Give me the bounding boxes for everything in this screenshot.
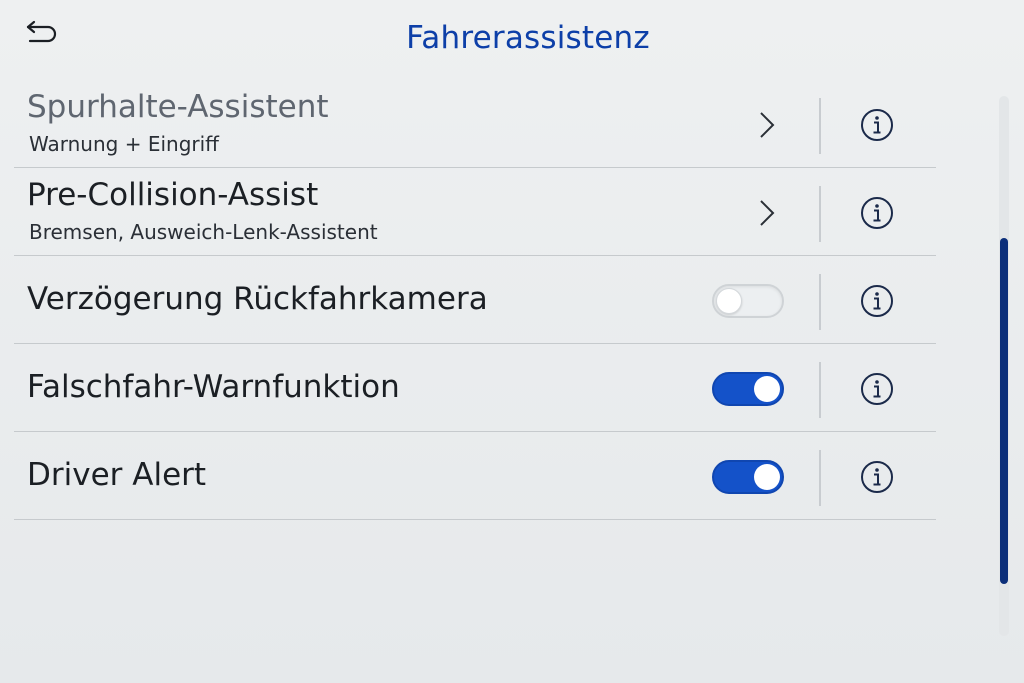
setting-row-pre-collision[interactable]: Pre-Collision-Assist Bremsen, Ausweich-L… (14, 168, 936, 256)
setting-title: Driver Alert (27, 457, 207, 493)
info-icon[interactable] (859, 195, 895, 231)
toggle-knob (754, 464, 780, 490)
setting-row-rear-camera-delay: Verzögerung Rückfahrkamera (14, 256, 936, 344)
setting-title: Verzögerung Rückfahrkamera (27, 281, 488, 317)
setting-title: Pre-Collision-Assist (27, 177, 319, 213)
info-icon[interactable] (859, 459, 895, 495)
driver-assistance-screen: Fahrerassistenz Spurhalte-Assistent Warn… (0, 0, 1024, 683)
setting-row-lane-keeping[interactable]: Spurhalte-Assistent Warnung + Eingriff (14, 80, 936, 168)
wrong-way-warning-toggle[interactable] (712, 372, 784, 406)
driver-alert-toggle[interactable] (712, 460, 784, 494)
toggle-knob (754, 376, 780, 402)
scrollbar-thumb[interactable] (1000, 238, 1008, 584)
chevron-right-icon[interactable] (752, 108, 782, 142)
vertical-divider (819, 186, 821, 242)
setting-row-driver-alert: Driver Alert (14, 432, 936, 520)
vertical-divider (819, 274, 821, 330)
setting-subtitle: Bremsen, Ausweich-Lenk-Assistent (29, 220, 378, 244)
rear-camera-delay-toggle[interactable] (712, 284, 784, 318)
toggle-knob (716, 288, 742, 314)
setting-title: Falschfahr-Warnfunktion (27, 369, 400, 405)
setting-title: Spurhalte-Assistent (27, 89, 329, 125)
page-title: Fahrerassistenz (406, 20, 650, 56)
setting-row-wrong-way-warning: Falschfahr-Warnfunktion (14, 344, 936, 432)
vertical-divider (819, 450, 821, 506)
settings-list: Spurhalte-Assistent Warnung + Eingriff P… (14, 80, 936, 520)
info-icon[interactable] (859, 283, 895, 319)
vertical-divider (819, 98, 821, 154)
info-icon[interactable] (859, 371, 895, 407)
chevron-right-icon[interactable] (752, 196, 782, 230)
setting-subtitle: Warnung + Eingriff (29, 132, 219, 156)
info-icon[interactable] (859, 107, 895, 143)
vertical-divider (819, 362, 821, 418)
